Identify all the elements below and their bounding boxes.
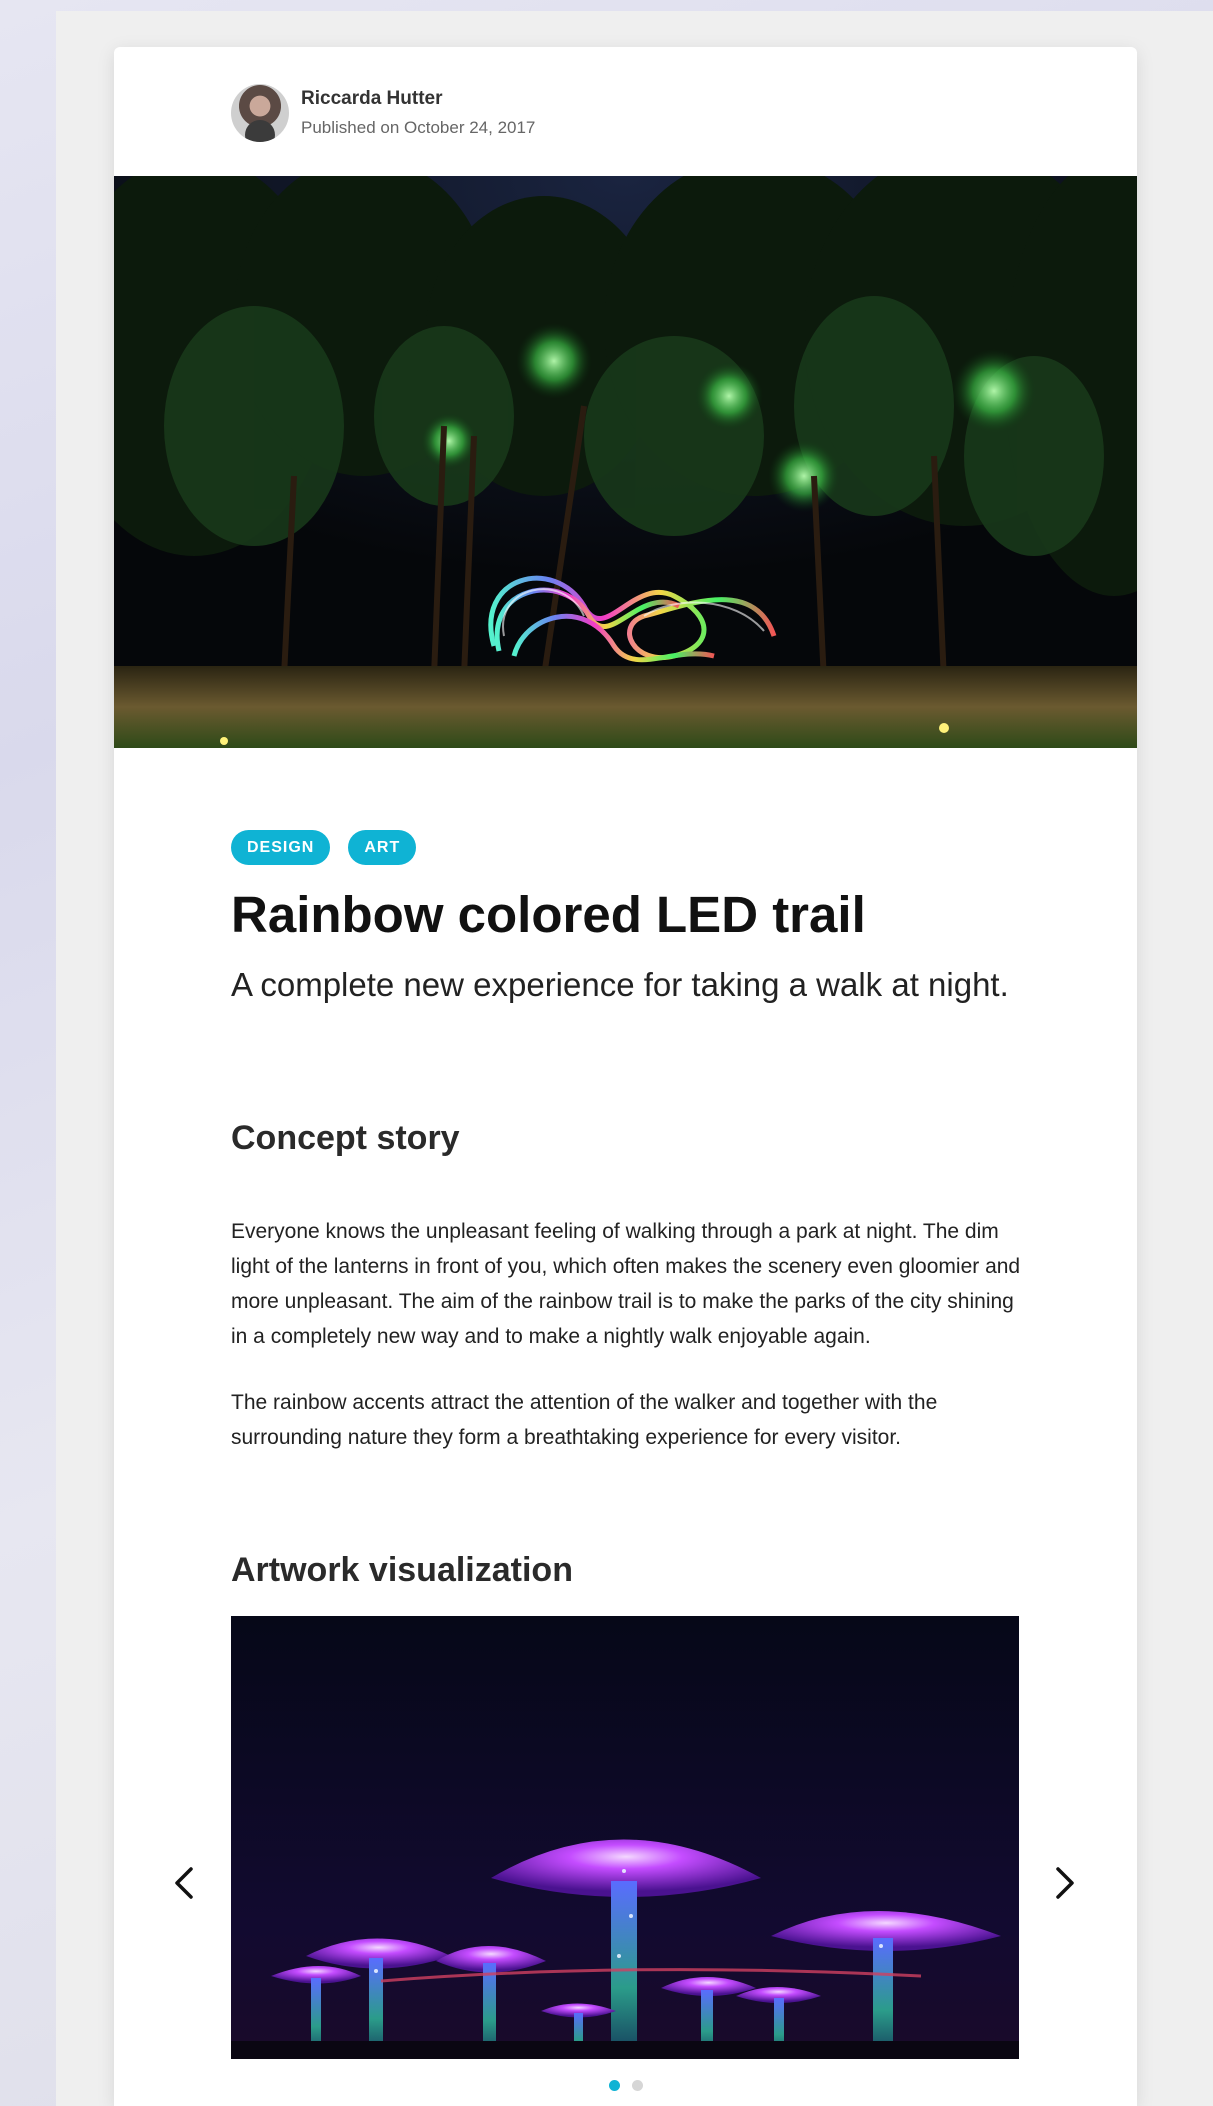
concept-paragraph-1: Everyone knows the unpleasant feeling of… <box>231 1220 1021 1348</box>
article-card: Riccarda Hutter Published on October 24,… <box>114 47 1137 2106</box>
tag-design[interactable]: DESIGN <box>231 830 331 865</box>
carousel-dot-1[interactable] <box>608 2080 620 2091</box>
carousel-dot-2[interactable] <box>631 2080 643 2091</box>
author-meta: Riccarda Hutter Published on October 24,… <box>301 86 535 141</box>
publish-date: Published on October 24, 2017 <box>301 117 536 137</box>
author-header: Riccarda Hutter Published on October 24,… <box>231 83 535 143</box>
author-name[interactable]: Riccarda Hutter <box>301 86 535 112</box>
carousel-slide-image[interactable] <box>231 1616 1019 2059</box>
section-heading-artwork: Artwork visualization <box>231 1551 573 1589</box>
section-heading-concept: Concept story <box>231 1119 460 1157</box>
article-subtitle: A complete new experience for taking a w… <box>231 966 1009 1003</box>
chevron-right-icon <box>1056 1867 1074 1899</box>
author-avatar[interactable] <box>231 84 289 142</box>
carousel-prev-button[interactable] <box>164 1861 204 1905</box>
article-title: Rainbow colored LED trail <box>231 886 866 943</box>
carousel-dots <box>114 2080 1137 2091</box>
carousel-next-button[interactable] <box>1045 1861 1085 1905</box>
tag-art[interactable]: ART <box>348 830 417 865</box>
hero-image <box>114 176 1137 748</box>
concept-paragraph-2: The rainbow accents attract the attentio… <box>231 1391 938 1449</box>
chevron-left-icon <box>175 1867 193 1899</box>
tag-list: DESIGN ART <box>231 830 434 865</box>
